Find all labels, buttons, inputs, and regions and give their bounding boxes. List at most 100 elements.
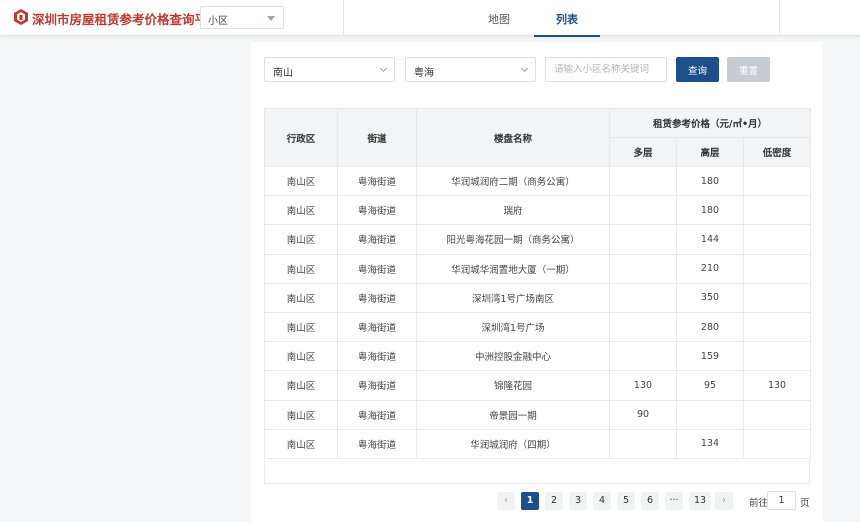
page-ellipsis-button[interactable]: ··· [665,492,683,510]
keyword-input[interactable] [545,57,667,82]
cell-district: 南山区 [264,370,338,401]
cell-street: 粤海街道 [337,195,417,226]
chevron-down-icon [520,64,529,73]
cell-low [742,224,812,255]
cell-district: 南山区 [264,253,338,284]
list-panel: 南山 粤海 查询 重置 行政区 街道 楼盘名称 租赁参考价格（元/㎡•月） 多层… [251,42,822,522]
district-value: 南山 [273,68,293,79]
cell-high: 159 [676,341,744,372]
cell-street: 粤海街道 [337,253,417,284]
cell-estate: 华润城润府（四期） [416,428,610,459]
top-bar: 深圳市房屋租赁参考价格查询平台 小区 地图 列表 [0,0,860,37]
cell-low: 130 [742,370,812,401]
cell-high: 180 [676,195,744,226]
col-header-high: 高层 [676,137,744,167]
col-header-street: 街道 [337,108,417,167]
cell-estate: 深圳湾1号广场南区 [416,282,610,313]
cell-low [742,165,812,197]
tab-map-label: 地图 [488,13,510,26]
col-header-multi: 多层 [609,137,677,167]
table-footer-space [264,460,810,484]
header-divider [779,0,780,36]
cell-estate: 华润城华润置地大厦（一期） [416,253,610,284]
cell-high: 180 [676,165,744,197]
cell-multi [609,253,677,284]
cell-district: 南山区 [264,311,338,343]
cell-multi [609,195,677,226]
col-header-low-density: 低密度 [742,137,812,167]
search-type-select[interactable]: 小区 [200,6,284,29]
table-row: 南山区 粤海街道 阳光粤海花园一期（商务公寓） 144 [264,224,812,255]
page-button-6[interactable]: 6 [641,492,659,510]
cell-high: 95 [676,370,744,401]
cell-estate: 华润城润府二期（商务公寓） [416,165,610,197]
street-select[interactable]: 粤海 [405,57,536,82]
cell-low [742,341,812,372]
cell-multi [609,165,677,197]
search-type-value: 小区 [208,16,228,27]
goto-page-input[interactable] [767,491,796,510]
district-select[interactable]: 南山 [264,57,395,82]
cell-high: 144 [676,224,744,255]
table-row: 南山区 粤海街道 深圳湾1号广场南区 350 [264,282,812,313]
cell-street: 粤海街道 [337,370,417,401]
caret-down-icon [267,16,275,21]
cell-multi [609,224,677,255]
street-value: 粤海 [414,68,434,79]
cell-multi [609,341,677,372]
cell-high: 280 [676,311,744,343]
table-row: 南山区 粤海街道 锦隆花园 130 95 130 [264,370,812,401]
cell-street: 粤海街道 [337,341,417,372]
cell-estate: 中洲控股金融中心 [416,341,610,372]
building-cube-icon [14,9,28,25]
cell-low [742,311,812,343]
col-header-price-group: 租赁参考价格（元/㎡•月） [608,108,812,138]
cell-street: 粤海街道 [337,311,417,343]
table-row: 南山区 粤海街道 华润城润府（四期） 134 [264,428,812,459]
prev-page-button[interactable]: ‹ [497,492,515,510]
cell-district: 南山区 [264,341,338,372]
cell-low [742,399,812,430]
table-row: 南山区 粤海街道 深圳湾1号广场 280 [264,311,812,343]
cell-street: 粤海街道 [337,165,417,197]
cell-estate: 深圳湾1号广场 [416,311,610,343]
app-title: 深圳市房屋租赁参考价格查询平台 [32,12,220,27]
reset-button[interactable]: 重置 [727,57,770,82]
table-row: 南山区 粤海街道 中洲控股金融中心 159 [264,341,812,372]
cell-street: 粤海街道 [337,282,417,313]
price-table: 行政区 街道 楼盘名称 租赁参考价格（元/㎡•月） 多层 高层 低密度 南山区粤… [264,108,812,459]
table-row: 南山区 粤海街道 华润城华润置地大厦（一期） 210 [264,253,812,284]
cell-low [742,428,812,459]
page-button-5[interactable]: 5 [617,492,635,510]
query-button[interactable]: 查询 [676,57,719,82]
cell-multi [609,311,677,343]
cell-high: 210 [676,253,744,284]
cell-estate: 阳光粤海花园一期（商务公寓） [416,224,610,255]
tab-list[interactable]: 列表 [534,0,600,37]
page-button-3[interactable]: 3 [569,492,587,510]
cell-estate: 锦隆花园 [416,370,610,401]
cell-district: 南山区 [264,428,338,459]
next-page-button[interactable]: › [715,492,733,510]
cell-estate: 帝景园一期 [416,399,610,430]
cell-street: 粤海街道 [337,428,417,459]
page-button-last[interactable]: 13 [689,492,711,510]
cell-estate: 瑞府 [416,195,610,226]
cell-district: 南山区 [264,224,338,255]
cell-district: 南山区 [264,165,338,197]
page-button-2[interactable]: 2 [545,492,563,510]
cell-street: 粤海街道 [337,399,417,430]
page-button-4[interactable]: 4 [593,492,611,510]
cell-multi [609,428,677,459]
col-header-district: 行政区 [264,108,338,167]
chevron-down-icon [379,64,388,73]
cell-multi: 90 [609,399,677,430]
cell-district: 南山区 [264,195,338,226]
col-header-estate: 楼盘名称 [416,108,610,167]
cell-low [742,282,812,313]
table-row: 南山区 粤海街道 帝景园一期 90 [264,399,812,430]
cell-multi: 130 [609,370,677,401]
page-button-1[interactable]: 1 [521,492,539,510]
table-row: 南山区 粤海街道 华润城润府二期（商务公寓） 180 [264,165,812,197]
cell-high: 134 [676,428,744,459]
